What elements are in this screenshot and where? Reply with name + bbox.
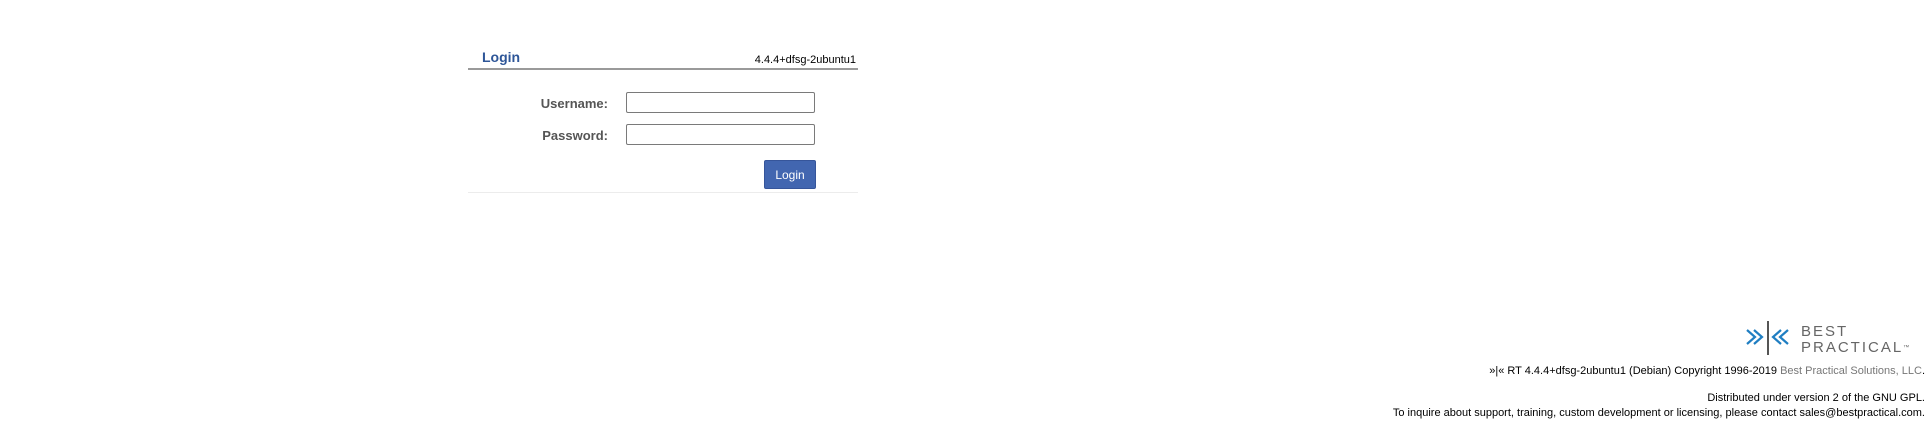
copyright-period: . <box>1921 365 1925 377</box>
logo-line-practical: PRACTICAL <box>1801 339 1904 356</box>
password-input[interactable] <box>626 124 815 145</box>
copyright-line: »|« RT 4.4.4+dfsg-2ubuntu1 (Debian) Copy… <box>1489 365 1925 377</box>
rt-version: 4.4.4+dfsg-2ubuntu1 <box>754 54 856 66</box>
username-label: Username: <box>540 96 608 111</box>
contact-notice: To inquire about support, training, cust… <box>1392 407 1925 419</box>
best-practical-mark-icon <box>1746 321 1789 355</box>
copyright-text: »|« RT 4.4.4+dfsg-2ubuntu1 (Debian) Copy… <box>1489 365 1781 377</box>
username-input[interactable] <box>626 92 815 113</box>
company-link[interactable]: Best Practical Solutions, LLC <box>1780 365 1922 377</box>
login-button[interactable]: Login <box>764 160 816 189</box>
login-header: Login 4.4.4+dfsg-2ubuntu1 <box>468 44 858 70</box>
license-notice: Distributed under version 2 of the GNU G… <box>1707 392 1925 404</box>
logo-wordmark: BEST PRACTICAL™ <box>1801 324 1909 356</box>
password-label: Password: <box>542 128 608 143</box>
best-practical-logo[interactable]: BEST PRACTICAL™ <box>1745 320 1925 356</box>
login-title: Login <box>482 49 521 65</box>
logo-line-best: BEST <box>1801 323 1849 340</box>
login-form: Username: Password: Login <box>468 70 858 193</box>
login-panel: Login 4.4.4+dfsg-2ubuntu1 Username: Pass… <box>468 44 858 193</box>
logo-trademark: ™ <box>1903 345 1910 351</box>
